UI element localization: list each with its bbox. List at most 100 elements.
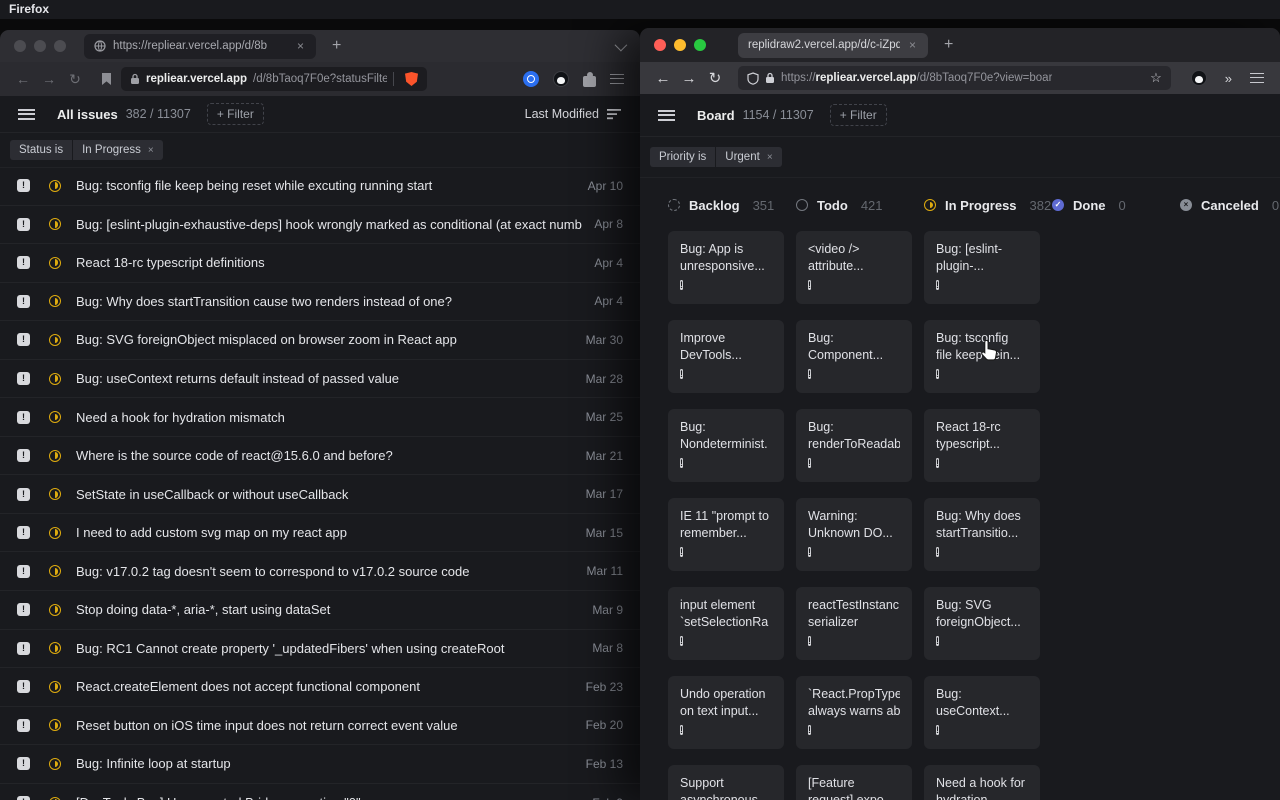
priority-urgent-icon: ! — [808, 636, 811, 646]
forward-button[interactable]: → — [36, 71, 62, 87]
card-title-line1: Bug: tsconfig — [936, 330, 1028, 347]
sidebar-toggle-icon[interactable] — [658, 110, 675, 121]
menu-icon[interactable] — [610, 74, 624, 84]
remove-filter-icon[interactable]: × — [767, 152, 773, 163]
issue-card[interactable]: Bug: Component... ! — [796, 320, 912, 393]
reload-button[interactable]: ↻ — [62, 71, 88, 88]
back-button[interactable]: ← — [650, 70, 676, 87]
sort-control[interactable]: Last Modified — [525, 107, 622, 121]
issue-title: Need a hook for hydration mismatch — [76, 410, 574, 425]
column-header: ✓ Done 0 — [1052, 195, 1168, 215]
filter-field[interactable]: Status is — [10, 140, 72, 160]
zoom-window-button[interactable] — [54, 40, 66, 52]
issue-card[interactable]: Warning: Unknown DO... ! — [796, 498, 912, 571]
close-window-button[interactable] — [654, 39, 666, 51]
close-window-button[interactable] — [14, 40, 26, 52]
issue-row[interactable]: ! React 18-rc typescript definitions Apr… — [0, 244, 640, 283]
menu-icon[interactable] — [1250, 73, 1264, 83]
board-header: Board 1154 / 11307 + Filter — [640, 94, 1280, 137]
issue-row[interactable]: ! SetState in useCallback or without use… — [0, 475, 640, 514]
issue-card[interactable]: Bug: useContext... ! — [924, 676, 1040, 749]
chevron-down-icon[interactable] — [615, 38, 628, 51]
priority-urgent-icon: ! — [808, 725, 811, 735]
url-host: repliear.vercel.app — [816, 72, 917, 84]
url-bar[interactable]: https://repliear.vercel.app/d/8bTaoq7F0e… — [738, 66, 1171, 90]
tab-close-icon[interactable]: × — [295, 39, 306, 53]
url-bar[interactable]: repliear.vercel.app /d/8bTaoq7F0e?status… — [121, 67, 427, 91]
issue-row[interactable]: ! Where is the source code of react@15.6… — [0, 437, 640, 476]
status-inprogress-icon — [924, 199, 936, 211]
issue-row[interactable]: ! Bug: Infinite loop at startup Feb 13 — [0, 745, 640, 784]
issue-row[interactable]: ! Bug: Why does startTransition cause tw… — [0, 283, 640, 322]
issue-row[interactable]: ! Bug: v17.0.2 tag doesn't seem to corre… — [0, 552, 640, 591]
browser-tab[interactable]: https://repliear.vercel.app/d/8b × — [84, 34, 316, 59]
issue-row[interactable]: ! Bug: [eslint-plugin-exhaustive-deps] h… — [0, 206, 640, 245]
issue-card[interactable]: Bug: Why does startTransitio... ! — [924, 498, 1040, 571]
remove-filter-icon[interactable]: × — [148, 145, 154, 156]
issue-row[interactable]: ! Bug: tsconfig file keep being reset wh… — [0, 167, 640, 206]
new-tab-button[interactable]: + — [944, 36, 953, 54]
issue-card[interactable]: <video /> attribute... ! — [796, 231, 912, 304]
tab-close-icon[interactable]: × — [907, 38, 918, 52]
bookmark-icon[interactable] — [102, 73, 111, 85]
issue-title: Bug: Why does startTransition cause two … — [76, 294, 582, 309]
filter-field[interactable]: Priority is — [650, 147, 715, 167]
issue-card[interactable]: Bug: App is unresponsive... ! — [668, 231, 784, 304]
bookmark-star-icon[interactable]: ☆ — [1150, 70, 1162, 86]
issue-row[interactable]: ! Bug: RC1 Cannot create property '_upda… — [0, 630, 640, 669]
extensions-icon[interactable] — [583, 76, 596, 87]
minimize-window-button[interactable] — [34, 40, 46, 52]
card-title-line2: remember... — [680, 525, 772, 542]
filter-value[interactable]: In Progress × — [73, 140, 163, 160]
browser-tab[interactable]: replidraw2.vercel.app/d/c-iZpq × — [738, 33, 928, 58]
issue-card[interactable]: `React.PropType always warns ab ! — [796, 676, 912, 749]
new-tab-button[interactable]: + — [332, 37, 341, 55]
menu-firefox[interactable]: Firefox — [0, 0, 1280, 19]
priority-urgent-icon: ! — [936, 369, 939, 379]
issue-card[interactable]: Support asynchronous... ! — [668, 765, 784, 800]
minimize-window-button[interactable] — [674, 39, 686, 51]
issue-card[interactable]: Bug: tsconfig file keep bein... ! — [924, 320, 1040, 393]
reload-button[interactable]: ↻ — [702, 69, 728, 87]
column-count: 0 — [1119, 198, 1126, 213]
issue-card[interactable]: Bug: Nondeterminist. ! — [668, 409, 784, 482]
issue-card[interactable]: Undo operation on text input... ! — [668, 676, 784, 749]
issue-row[interactable]: ! Bug: SVG foreignObject misplaced on br… — [0, 321, 640, 360]
toolbar-overflow-icon[interactable]: » — [1225, 71, 1232, 86]
issue-card[interactable]: Improve DevTools... ! — [668, 320, 784, 393]
one-password-icon[interactable] — [523, 71, 539, 87]
sort-label: Last Modified — [525, 107, 599, 121]
issue-row[interactable]: ! Stop doing data-*, aria-*, start using… — [0, 591, 640, 630]
github-icon[interactable] — [553, 71, 569, 87]
brave-shield-icon[interactable] — [405, 72, 418, 86]
add-filter-button[interactable]: + Filter — [207, 103, 264, 125]
issue-card[interactable]: Need a hook for hydration... ! — [924, 765, 1040, 800]
issue-card[interactable]: [Feature request] expo... ! — [796, 765, 912, 800]
filter-value[interactable]: Urgent × — [716, 147, 781, 167]
issue-card[interactable]: React 18-rc typescript... ! — [924, 409, 1040, 482]
github-icon[interactable] — [1191, 70, 1207, 86]
forward-button[interactable]: → — [676, 70, 702, 87]
issue-card[interactable]: Bug: [eslint- plugin-... ! — [924, 231, 1040, 304]
priority-urgent-icon: ! — [936, 458, 939, 468]
issue-row[interactable]: ! Reset button on iOS time input does no… — [0, 707, 640, 746]
back-button[interactable]: ← — [10, 71, 36, 87]
add-filter-button[interactable]: + Filter — [830, 104, 887, 126]
priority-urgent-icon: ! — [17, 333, 30, 346]
issue-card[interactable]: Bug: SVG foreignObject... ! — [924, 587, 1040, 660]
issue-date: Apr 8 — [594, 217, 623, 231]
filter-chip: Status is In Progress × — [10, 140, 163, 160]
zoom-window-button[interactable] — [694, 39, 706, 51]
issue-card[interactable]: reactTestInstanc serializer ! — [796, 587, 912, 660]
issue-row[interactable]: ! [DevTools Bug] Unsupported Bridge oper… — [0, 784, 640, 800]
issue-card[interactable]: Bug: renderToReadab ! — [796, 409, 912, 482]
priority-urgent-icon: ! — [808, 369, 811, 379]
issue-row[interactable]: ! Need a hook for hydration mismatch Mar… — [0, 398, 640, 437]
issue-row[interactable]: ! I need to add custom svg map on my rea… — [0, 514, 640, 553]
sidebar-toggle-icon[interactable] — [18, 109, 35, 120]
issue-row[interactable]: ! Bug: useContext returns default instea… — [0, 360, 640, 399]
issue-card[interactable]: IE 11 "prompt to remember... ! — [668, 498, 784, 571]
issue-date: Feb 20 — [586, 718, 623, 732]
issue-card[interactable]: input element `setSelectionRa ! — [668, 587, 784, 660]
issue-row[interactable]: ! React.createElement does not accept fu… — [0, 668, 640, 707]
